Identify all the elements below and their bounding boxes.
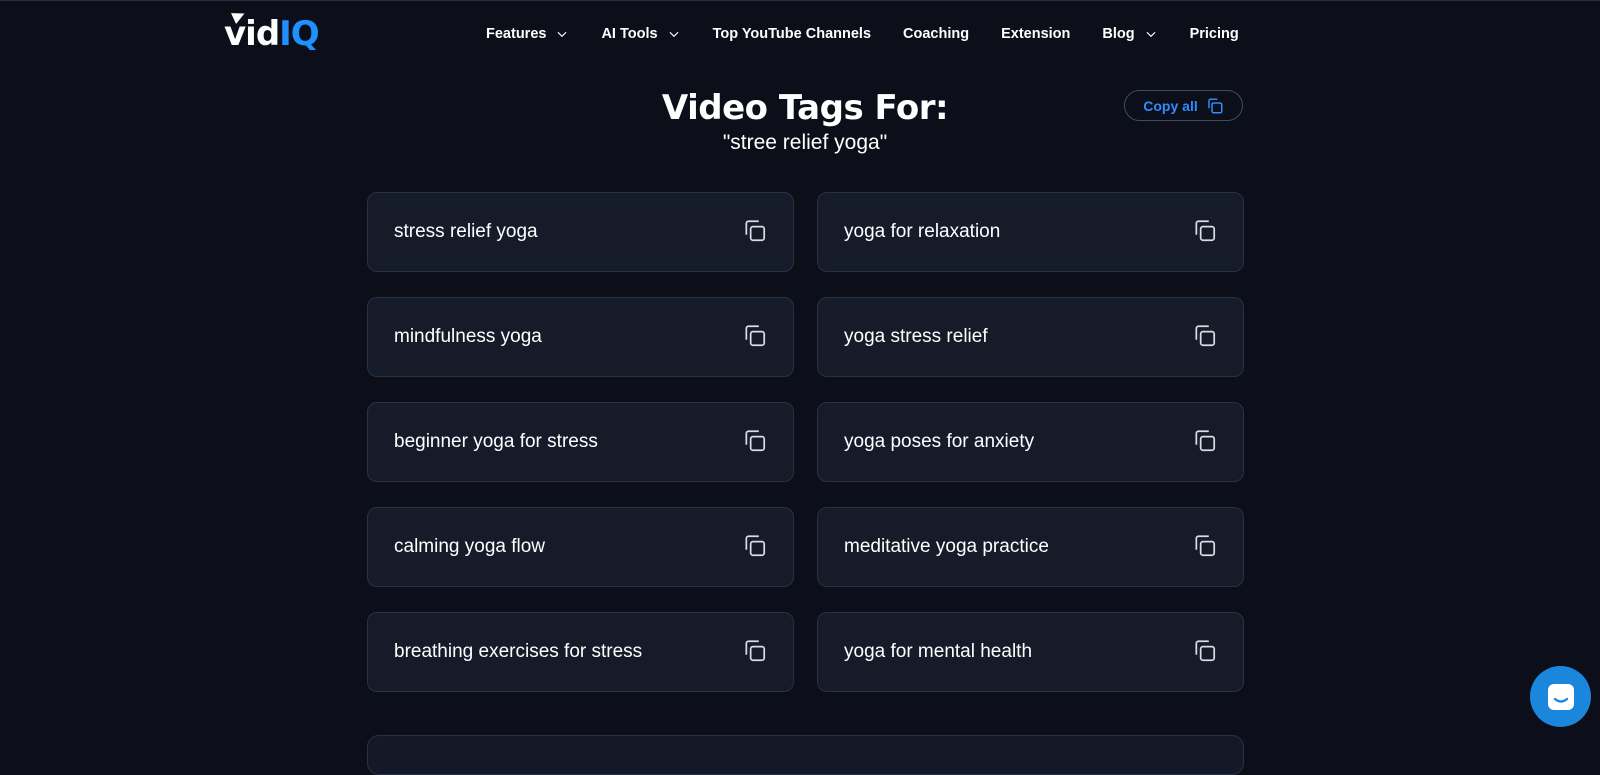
copy-tag-button[interactable]	[742, 323, 768, 349]
tag-card: beginner yoga for stress	[367, 402, 794, 482]
tag-text: yoga for relaxation	[844, 221, 1001, 242]
tag-text: calming yoga flow	[394, 536, 546, 557]
copy-icon	[745, 325, 766, 347]
copy-all-button[interactable]: Copy all	[1124, 90, 1243, 121]
nav-item-label: Extension	[1001, 26, 1071, 42]
bottom-panel	[367, 735, 1244, 775]
copy-icon	[1195, 535, 1216, 557]
tag-text: beginner yoga for stress	[394, 431, 598, 452]
tag-text: stress relief yoga	[394, 221, 538, 242]
tag-card: yoga for relaxation	[817, 192, 1244, 272]
tag-card: stress relief yoga	[367, 192, 794, 272]
nav-item-ai-tools[interactable]: AI Tools	[601, 26, 680, 42]
nav-item-top-youtube-channels[interactable]: Top YouTube Channels	[713, 26, 871, 42]
copy-tag-button[interactable]	[1192, 638, 1218, 664]
tag-text: yoga poses for anxiety	[844, 431, 1035, 452]
copy-icon	[1207, 98, 1223, 113]
copy-tag-button[interactable]	[1192, 218, 1218, 244]
tag-card: mindfulness yoga	[367, 297, 794, 377]
vidiq-logo[interactable]: vidIQ	[224, 8, 320, 54]
nav-item-label: Blog	[1102, 26, 1135, 42]
tag-grid: stress relief yoga yoga for relaxation min…	[367, 192, 1244, 692]
copy-icon	[745, 220, 766, 242]
tag-text: yoga stress relief	[844, 326, 988, 347]
site-header: vidIQ Features AI Tools Top YouTube Channe…	[0, 0, 1600, 70]
chat-button[interactable]	[1530, 666, 1591, 727]
copy-tag-button[interactable]	[1192, 323, 1218, 349]
logo-text-iq: IQ	[279, 14, 320, 54]
nav-item-label: Top YouTube Channels	[712, 26, 872, 42]
chevron-down-icon	[1146, 31, 1156, 38]
tag-card: breathing exercises for stress	[367, 612, 794, 692]
chevron-down-icon	[669, 31, 679, 38]
nav-item-label: Coaching	[903, 26, 970, 42]
copy-all-label: Copy all	[1143, 97, 1198, 114]
copy-icon	[1195, 430, 1216, 452]
copy-icon	[1195, 640, 1216, 662]
chevron-down-icon	[557, 31, 567, 38]
chat-icon	[1547, 683, 1574, 710]
copy-tag-button[interactable]	[1192, 533, 1218, 559]
copy-icon	[745, 535, 766, 557]
search-query: "stree relief yoga"	[722, 131, 888, 154]
tag-card: yoga for mental health	[817, 612, 1244, 692]
main-nav: Features AI Tools Top YouTube Channels Coac…	[486, 22, 1239, 46]
tag-card: yoga stress relief	[817, 297, 1244, 377]
copy-tag-button[interactable]	[742, 533, 768, 559]
copy-tag-button[interactable]	[1192, 428, 1218, 454]
tag-card: calming yoga flow	[367, 507, 794, 587]
page-title: Video Tags For:	[661, 88, 949, 128]
nav-item-coaching[interactable]: Coaching	[903, 26, 969, 42]
nav-item-extension[interactable]: Extension	[1001, 26, 1070, 42]
nav-item-label: AI Tools	[601, 26, 658, 42]
tag-text: breathing exercises for stress	[394, 641, 643, 662]
copy-tag-button[interactable]	[742, 638, 768, 664]
tag-text: mindfulness yoga	[394, 326, 542, 347]
nav-item-pricing[interactable]: Pricing	[1190, 26, 1239, 42]
tag-text: meditative yoga practice	[844, 536, 1049, 557]
copy-tag-button[interactable]	[742, 218, 768, 244]
tag-card: yoga poses for anxiety	[817, 402, 1244, 482]
nav-item-blog[interactable]: Blog	[1102, 26, 1157, 42]
tag-text: yoga for mental health	[844, 641, 1033, 662]
logo-text-vid: vid	[224, 14, 280, 54]
tag-card: meditative yoga practice	[817, 507, 1244, 587]
nav-item-features[interactable]: Features	[486, 26, 569, 42]
copy-icon	[1195, 325, 1216, 347]
copy-icon	[745, 640, 766, 662]
copy-icon	[745, 430, 766, 452]
copy-tag-button[interactable]	[742, 428, 768, 454]
nav-item-label: Features	[486, 26, 547, 42]
copy-icon	[1195, 220, 1216, 242]
nav-item-label: Pricing	[1189, 26, 1239, 42]
